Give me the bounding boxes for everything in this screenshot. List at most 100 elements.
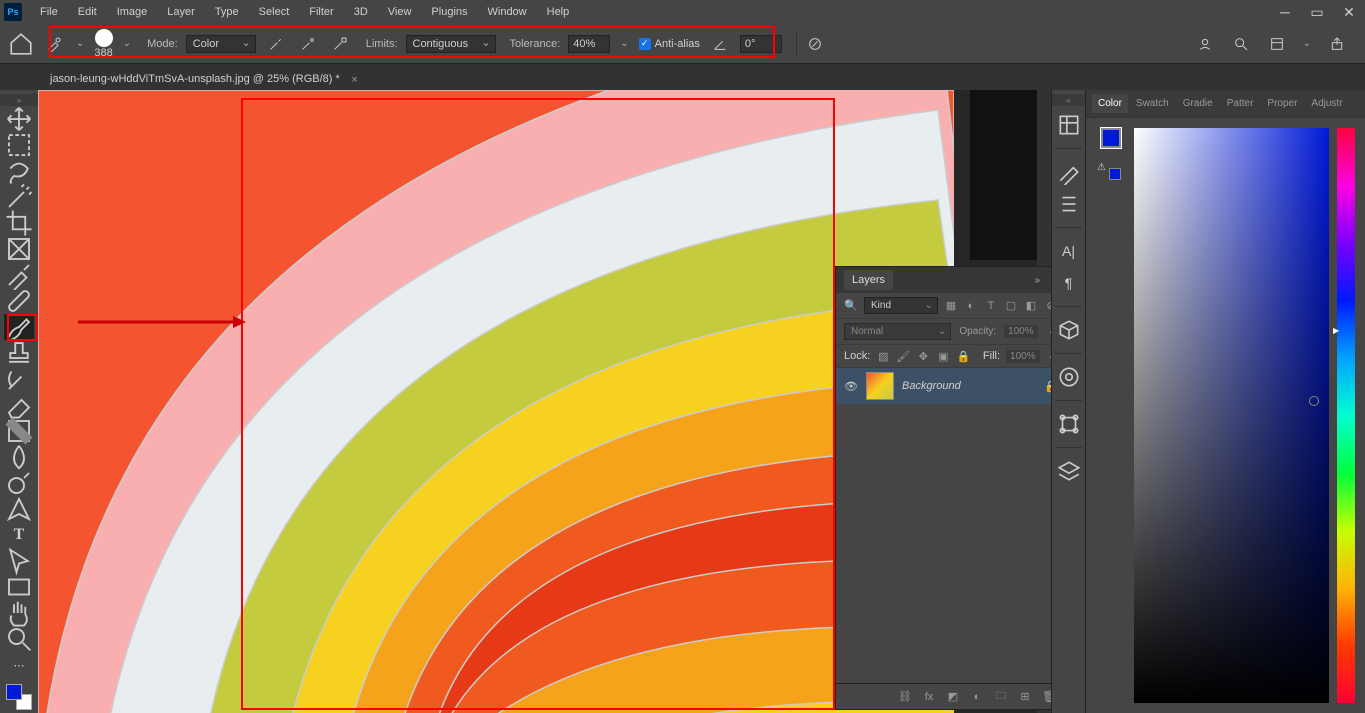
foreground-background-swatch[interactable] xyxy=(6,684,32,710)
marquee-tool[interactable] xyxy=(4,132,34,158)
layer-mask-icon[interactable]: ◩ xyxy=(946,690,960,704)
color-tab[interactable]: Color xyxy=(1092,94,1128,113)
quick-select-tool[interactable] xyxy=(4,184,34,210)
menu-window[interactable]: Window xyxy=(478,2,537,22)
properties-tab[interactable]: Proper xyxy=(1261,94,1303,113)
paragraph-panel-icon[interactable]: ¶ xyxy=(1056,270,1082,296)
menu-filter[interactable]: Filter xyxy=(299,2,343,22)
hand-tool[interactable] xyxy=(4,600,34,626)
layer-thumbnail[interactable] xyxy=(866,372,894,400)
zoom-tool[interactable] xyxy=(4,626,34,652)
lock-all-icon[interactable]: 🔒 xyxy=(956,349,970,363)
tool-preset-chevron-icon[interactable]: ⌄ xyxy=(74,38,86,49)
visibility-toggle-icon[interactable]: 👁 xyxy=(844,380,858,393)
layer-name-label[interactable]: Background xyxy=(902,380,1036,392)
eyedropper-tool[interactable] xyxy=(4,262,34,288)
type-tool[interactable]: T xyxy=(4,522,34,548)
close-button[interactable]: ✕ xyxy=(1333,0,1365,24)
delete-layer-icon[interactable]: 🗑 xyxy=(1042,690,1051,704)
menu-help[interactable]: Help xyxy=(537,2,580,22)
gradients-tab[interactable]: Gradie xyxy=(1177,94,1219,113)
layer-fx-icon[interactable]: fx xyxy=(922,690,936,704)
maximize-button[interactable]: ▭ xyxy=(1301,0,1333,24)
menu-file[interactable]: File xyxy=(30,2,68,22)
transform-panel-icon[interactable] xyxy=(1056,411,1082,437)
lock-artboard-icon[interactable]: ▣ xyxy=(936,349,950,363)
dock-collapse-icon[interactable]: « xyxy=(1052,94,1085,106)
crop-tool[interactable] xyxy=(4,210,34,236)
brush-preset-picker[interactable]: 388 xyxy=(94,29,112,59)
tolerance-chevron-icon[interactable]: ⌄ xyxy=(618,38,630,49)
patterns-tab[interactable]: Patter xyxy=(1221,94,1260,113)
pressure-size-button[interactable] xyxy=(803,32,827,56)
opacity-chevron-icon[interactable]: ⌄ xyxy=(1046,326,1051,337)
angle-input[interactable]: 0° xyxy=(740,35,782,53)
brush-settings-panel-icon[interactable] xyxy=(1056,191,1082,217)
layer-item[interactable]: 👁 Background 🔒 xyxy=(836,368,1051,404)
document-canvas[interactable] xyxy=(38,90,954,713)
mode-dropdown[interactable]: Color xyxy=(186,35,256,53)
3d-panel-icon[interactable] xyxy=(1056,317,1082,343)
layers-panel-icon[interactable] xyxy=(1056,458,1082,484)
cloud-docs-button[interactable] xyxy=(1193,32,1217,56)
share-button[interactable] xyxy=(1325,32,1349,56)
color-field[interactable] xyxy=(1134,128,1329,703)
layer-filter-dropdown[interactable]: Kind xyxy=(864,297,938,314)
blend-mode-dropdown[interactable]: Normal xyxy=(844,323,951,340)
foreground-swatch[interactable] xyxy=(6,684,22,700)
filter-pixel-icon[interactable]: ▦ xyxy=(944,299,958,313)
color-foreground-swatch[interactable] xyxy=(1101,128,1121,148)
lock-pixels-icon[interactable]: 🖌 xyxy=(896,349,910,363)
brushes-panel-icon[interactable] xyxy=(1056,159,1082,185)
adjustments-tab[interactable]: Adjustr xyxy=(1305,94,1348,113)
filter-toggle-icon[interactable]: ⊘ xyxy=(1044,299,1051,313)
layer-lock-icon[interactable]: 🔒 xyxy=(1044,380,1051,393)
menu-image[interactable]: Image xyxy=(107,2,158,22)
lasso-tool[interactable] xyxy=(4,158,34,184)
menu-view[interactable]: View xyxy=(378,2,422,22)
menu-3d[interactable]: 3D xyxy=(344,2,378,22)
new-layer-icon[interactable]: ⊞ xyxy=(1018,690,1032,704)
lock-transparency-icon[interactable]: ▨ xyxy=(876,349,890,363)
antialias-checkbox[interactable]: ✓ xyxy=(639,38,651,50)
color-replacement-tool[interactable] xyxy=(4,314,34,340)
gradient-tool[interactable] xyxy=(4,418,34,444)
filter-shape-icon[interactable]: ▢ xyxy=(1004,299,1018,313)
swatches-tab[interactable]: Swatch xyxy=(1130,94,1175,113)
lock-position-icon[interactable]: ✥ xyxy=(916,349,930,363)
shape-tool[interactable] xyxy=(4,574,34,600)
search-button[interactable] xyxy=(1229,32,1253,56)
move-tool[interactable] xyxy=(4,106,34,132)
tool-preset-picker[interactable] xyxy=(42,32,66,56)
tolerance-input[interactable]: 40% xyxy=(568,35,610,53)
history-brush-tool[interactable] xyxy=(4,366,34,392)
filter-adjust-icon[interactable]: ◐ xyxy=(964,299,978,313)
adjustment-layer-icon[interactable]: ◐ xyxy=(970,690,984,704)
frame-tool[interactable] xyxy=(4,236,34,262)
libraries-panel-icon[interactable] xyxy=(1056,364,1082,390)
healing-tool[interactable] xyxy=(4,288,34,314)
fill-input[interactable]: 100% xyxy=(1006,350,1040,363)
menu-edit[interactable]: Edit xyxy=(68,2,107,22)
blur-tool[interactable] xyxy=(4,444,34,470)
path-select-tool[interactable] xyxy=(4,548,34,574)
sampling-once-button[interactable] xyxy=(296,32,320,56)
dodge-tool[interactable] xyxy=(4,470,34,496)
menu-type[interactable]: Type xyxy=(205,2,249,22)
color-warning-swatch[interactable]: ⚠ xyxy=(1101,160,1121,180)
close-tab-icon[interactable]: × xyxy=(351,74,357,86)
brush-chevron-icon[interactable]: ⌄ xyxy=(121,38,133,49)
panel-collapse-icon[interactable]: » xyxy=(1034,275,1040,286)
sampling-swatch-button[interactable] xyxy=(328,32,352,56)
hue-slider[interactable]: ▶ xyxy=(1337,128,1355,703)
workspace-chevron-icon[interactable]: ⌄ xyxy=(1301,38,1313,49)
link-layers-icon[interactable]: ⛓ xyxy=(898,690,912,704)
history-panel-icon[interactable] xyxy=(1056,112,1082,138)
edit-toolbar-button[interactable]: ⋯ xyxy=(4,652,34,678)
pen-tool[interactable] xyxy=(4,496,34,522)
sampling-continuous-button[interactable] xyxy=(264,32,288,56)
character-panel-icon[interactable]: A| xyxy=(1056,238,1082,264)
opacity-input[interactable]: 100% xyxy=(1004,325,1038,338)
layer-group-icon[interactable]: 🗀 xyxy=(994,690,1008,704)
document-tab[interactable]: jason-leung-wHddViTmSvA-unsplash.jpg @ 2… xyxy=(40,67,364,90)
